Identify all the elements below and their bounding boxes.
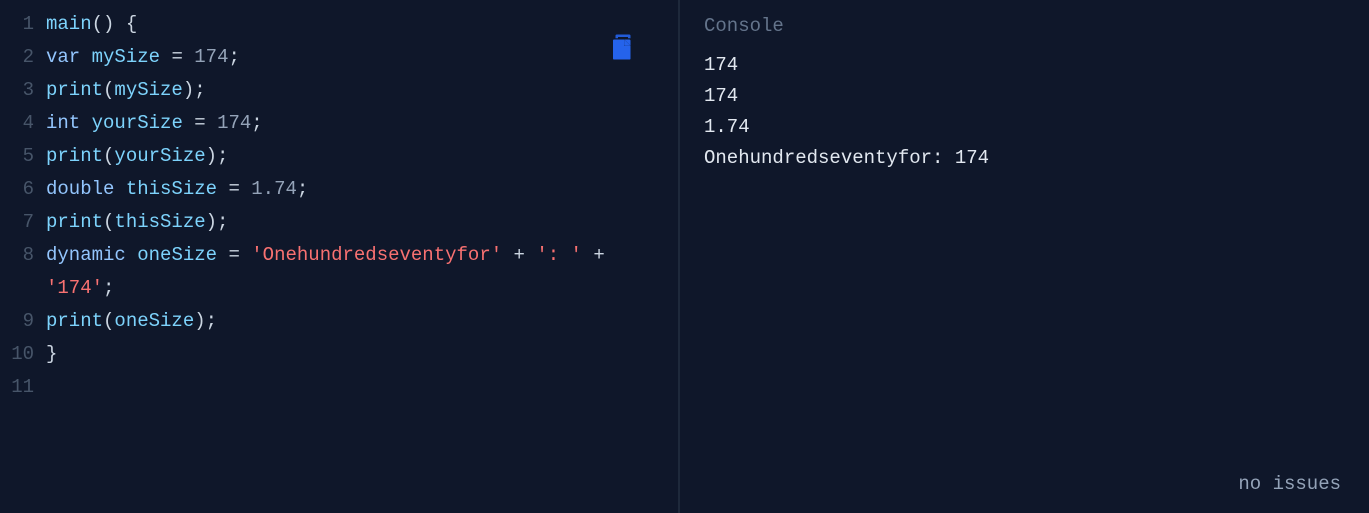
token: ( bbox=[103, 79, 114, 101]
token: () { bbox=[92, 13, 138, 35]
line-number: 2 bbox=[4, 41, 46, 74]
code-content[interactable]: print(thisSize); bbox=[46, 206, 678, 239]
line-number: 5 bbox=[4, 140, 46, 173]
token: main bbox=[46, 13, 92, 35]
token: ); bbox=[206, 211, 229, 233]
status-text: no issues bbox=[1238, 473, 1341, 495]
token: ( bbox=[103, 145, 114, 167]
code-content[interactable]: print(yourSize); bbox=[46, 140, 678, 173]
token: ; bbox=[228, 46, 239, 68]
token: + bbox=[502, 244, 536, 266]
token: = bbox=[217, 244, 251, 266]
token: mySize bbox=[114, 79, 182, 101]
token: yourSize bbox=[92, 112, 183, 134]
token: } bbox=[46, 343, 57, 365]
token: 174 bbox=[217, 112, 251, 134]
code-line[interactable]: 3print(mySize); bbox=[4, 74, 678, 107]
token bbox=[80, 112, 91, 134]
token bbox=[126, 244, 137, 266]
line-number: 9 bbox=[4, 305, 46, 338]
console-line: 1.74 bbox=[704, 112, 1345, 143]
token: ; bbox=[251, 112, 262, 134]
token: = bbox=[217, 178, 251, 200]
token: ); bbox=[206, 145, 229, 167]
console-pane: Console 1741741.74Onehundredseventyfor: … bbox=[680, 0, 1369, 513]
token: dynamic bbox=[46, 244, 126, 266]
token: var bbox=[46, 46, 80, 68]
token: oneSize bbox=[137, 244, 217, 266]
line-number: 1 bbox=[4, 8, 46, 41]
token: + bbox=[582, 244, 616, 266]
code-line[interactable]: 6double thisSize = 1.74; bbox=[4, 173, 678, 206]
console-line: 174 bbox=[704, 81, 1345, 112]
code-area[interactable]: 1main() {2var mySize = 174;3print(mySize… bbox=[0, 8, 678, 404]
token: ; bbox=[297, 178, 308, 200]
line-number: 6 bbox=[4, 173, 46, 206]
code-line[interactable]: 10} bbox=[4, 338, 678, 371]
code-content[interactable]: var mySize = 174; bbox=[46, 41, 678, 74]
token: mySize bbox=[92, 46, 160, 68]
code-content[interactable]: main() { bbox=[46, 8, 678, 41]
code-content[interactable]: dynamic oneSize = 'Onehundredseventyfor'… bbox=[46, 239, 678, 305]
token: = bbox=[160, 46, 194, 68]
token: '174' bbox=[46, 277, 103, 299]
code-line[interactable]: 5print(yourSize); bbox=[4, 140, 678, 173]
token: ); bbox=[194, 310, 217, 332]
code-content[interactable]: double thisSize = 1.74; bbox=[46, 173, 678, 206]
token: ( bbox=[103, 310, 114, 332]
line-number: 11 bbox=[4, 371, 46, 404]
token: yourSize bbox=[114, 145, 205, 167]
token: int bbox=[46, 112, 80, 134]
code-content[interactable]: int yourSize = 174; bbox=[46, 107, 678, 140]
console-title: Console bbox=[704, 10, 1345, 42]
console-line: Onehundredseventyfor: 174 bbox=[704, 143, 1345, 174]
token: ': ' bbox=[536, 244, 582, 266]
line-number: 8 bbox=[4, 239, 46, 272]
token: print bbox=[46, 211, 103, 233]
code-content[interactable]: print(mySize); bbox=[46, 74, 678, 107]
token: thisSize bbox=[126, 178, 217, 200]
token: = bbox=[183, 112, 217, 134]
token bbox=[80, 46, 91, 68]
token: thisSize bbox=[114, 211, 205, 233]
token: 'Onehundredseventyfor' bbox=[251, 244, 502, 266]
token: double bbox=[46, 178, 114, 200]
code-line[interactable]: 8dynamic oneSize = 'Onehundredseventyfor… bbox=[4, 239, 678, 305]
token: print bbox=[46, 145, 103, 167]
code-content[interactable]: } bbox=[46, 338, 678, 371]
token: oneSize bbox=[114, 310, 194, 332]
token: 1.74 bbox=[251, 178, 297, 200]
line-number: 10 bbox=[4, 338, 46, 371]
app-root: 1main() {2var mySize = 174;3print(mySize… bbox=[0, 0, 1369, 513]
code-line[interactable]: 9print(oneSize); bbox=[4, 305, 678, 338]
copy-icon[interactable] bbox=[608, 32, 638, 62]
token: ( bbox=[103, 211, 114, 233]
line-number: 7 bbox=[4, 206, 46, 239]
token: print bbox=[46, 310, 103, 332]
code-content[interactable]: print(oneSize); bbox=[46, 305, 678, 338]
token bbox=[114, 178, 125, 200]
code-line[interactable]: 7print(thisSize); bbox=[4, 206, 678, 239]
code-line[interactable]: 11 bbox=[4, 371, 678, 404]
console-output: 1741741.74Onehundredseventyfor: 174 bbox=[704, 50, 1345, 174]
token: 174 bbox=[194, 46, 228, 68]
editor-pane[interactable]: 1main() {2var mySize = 174;3print(mySize… bbox=[0, 0, 680, 513]
token: ; bbox=[103, 277, 114, 299]
token: ); bbox=[183, 79, 206, 101]
code-line[interactable]: 2var mySize = 174; bbox=[4, 41, 678, 74]
code-line[interactable]: 1main() { bbox=[4, 8, 678, 41]
line-number: 3 bbox=[4, 74, 46, 107]
code-line[interactable]: 4int yourSize = 174; bbox=[4, 107, 678, 140]
line-number: 4 bbox=[4, 107, 46, 140]
token: print bbox=[46, 79, 103, 101]
console-line: 174 bbox=[704, 50, 1345, 81]
